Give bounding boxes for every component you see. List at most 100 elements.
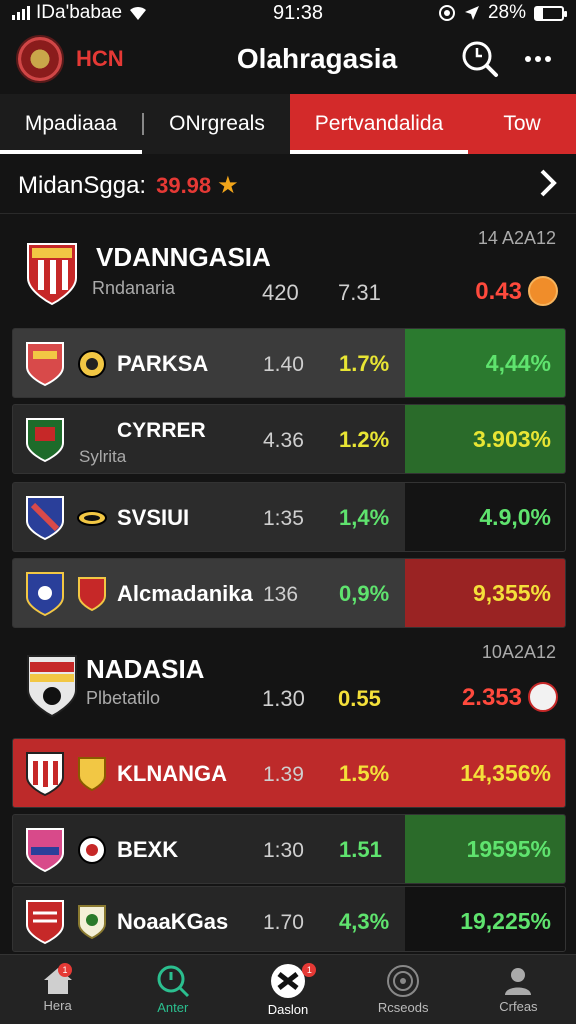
league-group[interactable]: VDANNGASIA Rndanaria 14 A2A12 420 7.31 0… <box>12 220 566 326</box>
team-crest-icon <box>27 655 77 718</box>
filter-row[interactable]: MidanSgga: 39.98 ★ <box>0 158 576 214</box>
away-crest-icon <box>78 757 106 792</box>
tab-3[interactable]: Tow <box>468 94 576 154</box>
home-crest-icon <box>26 496 64 541</box>
row-value-2: 4,3% <box>339 909 390 934</box>
nav-label: Rcseods <box>377 1000 429 1015</box>
row-value-1: 4.36 <box>263 429 304 452</box>
team-name: CYRRER <box>117 419 206 442</box>
home-crest-icon <box>26 900 64 945</box>
match-row[interactable]: CYRRER Sylrita 4.36 1.2% 3.903% <box>12 404 566 474</box>
tab-1[interactable]: ONrgreals <box>144 94 290 154</box>
match-row[interactable]: BEXK 1:30 1.51 19595% <box>12 814 566 884</box>
match-row[interactable]: NoaaKGas 1.70 4,3% 19,225% <box>12 886 566 952</box>
home-crest-icon <box>26 572 64 617</box>
match-row[interactable]: SVSIUI 1:35 1,4% 4.9,0% <box>12 482 566 552</box>
filter-value: 39.98 <box>156 172 212 198</box>
match-row[interactable]: Alcmadanika 136 0,9% 9,355% <box>12 558 566 628</box>
away-crest-icon <box>78 577 106 612</box>
home-crest-icon <box>26 418 64 463</box>
target-icon <box>387 965 420 997</box>
league-subtitle: Rndanaria <box>92 278 176 298</box>
nav-item-records[interactable]: Rcseods <box>346 955 461 1024</box>
nav-label: Hera <box>43 998 72 1013</box>
team-name: PARKSA <box>117 351 209 376</box>
row-value-1: 1.70 <box>263 911 304 934</box>
carrier-name: IDa'babae <box>36 2 123 23</box>
nav-item-home[interactable]: 1 Hera <box>0 955 115 1024</box>
battery-icon <box>534 5 567 21</box>
search-button[interactable] <box>458 37 502 81</box>
match-row[interactable]: KLNANGA 1.39 1.5% 14,356% <box>12 738 566 808</box>
team-name: SVSIUI <box>117 505 190 530</box>
row-value-3: 4.9,0% <box>479 504 551 530</box>
row-value-1: 1.40 <box>263 353 304 376</box>
away-crest-icon <box>78 350 106 378</box>
tab-2[interactable]: Pertvandalida <box>290 94 468 154</box>
row-value-3: 4,44% <box>485 350 551 376</box>
row-value-3: 9,355% <box>472 580 551 606</box>
league-value-1: 1.30 <box>262 686 305 711</box>
row-value-2: 1,4% <box>339 505 390 530</box>
row-value-1: 1:30 <box>263 839 304 862</box>
league-subtitle: Plbetatilo <box>86 688 161 708</box>
star-icon: ★ <box>217 172 239 199</box>
league-name: NADASIA <box>86 654 205 684</box>
chevron-right-icon[interactable] <box>538 168 558 203</box>
filter-label: MidanSgga: <box>18 171 147 199</box>
row-value-3: 3.903% <box>472 426 551 452</box>
league-date: 14 A2A12 <box>477 228 556 248</box>
nav-item-anter[interactable]: Anter <box>115 955 230 1024</box>
badge-icon <box>528 276 558 306</box>
status-time: 91:38 <box>272 1 324 24</box>
status-bar: IDa'babae 91:38 28% <box>0 0 576 26</box>
team-name: BEXK <box>117 837 179 862</box>
match-row[interactable]: PARKSA 1.40 1.7% 4,44% <box>12 328 566 398</box>
away-crest-icon <box>77 510 107 526</box>
notification-badge: 1 <box>302 963 317 977</box>
row-value-1: 1.39 <box>263 763 304 786</box>
alarm-icon <box>438 5 455 21</box>
signal-icon <box>12 6 30 20</box>
league-group[interactable]: NADASIA Plbetatilo 10A2A12 1.30 0.55 2.3… <box>12 634 566 734</box>
league-name: VDANNGASIA <box>96 242 271 272</box>
more-button[interactable] <box>516 37 560 81</box>
row-value-3: 14,356% <box>460 760 551 786</box>
page-title: Olahragasia <box>236 43 398 74</box>
league-value-2: 0.55 <box>338 686 381 711</box>
row-value-2: 0,9% <box>339 581 390 606</box>
notification-badge: 1 <box>58 963 72 977</box>
ball-icon <box>271 964 305 998</box>
row-value-3: 19,225% <box>460 908 551 934</box>
nav-label: Anter <box>157 1000 189 1015</box>
clock-icon <box>157 965 189 998</box>
wifi-icon <box>130 6 147 20</box>
row-value-1: 136 <box>263 583 299 606</box>
user-icon <box>505 968 532 995</box>
brand-label: HCN <box>76 46 124 71</box>
battery-percent: 28% <box>487 2 526 23</box>
away-crest-icon <box>78 905 106 940</box>
row-value-2: 1.2% <box>339 427 390 452</box>
league-date: 10A2A12 <box>481 642 556 662</box>
team-subtitle: Sylrita <box>79 447 127 466</box>
team-name: KLNANGA <box>117 761 227 786</box>
home-crest-icon <box>26 828 64 873</box>
team-crest-icon <box>27 243 77 306</box>
home-crest-icon <box>26 752 64 797</box>
league-value-1: 420 <box>262 280 299 305</box>
nav-label: Crfeas <box>499 999 538 1014</box>
more-icon <box>525 56 551 62</box>
nav-item-profile[interactable]: Crfeas <box>461 955 576 1024</box>
club-logo[interactable] <box>16 35 64 83</box>
location-icon <box>464 6 479 20</box>
app-header: HCN Olahragasia <box>0 26 576 92</box>
nav-item-daslon[interactable]: 1 Daslon <box>230 955 345 1024</box>
home-crest-icon <box>26 342 64 387</box>
tab-0[interactable]: Mpadiaaa <box>0 94 142 154</box>
badge-icon <box>528 682 558 712</box>
row-value-2: 1.51 <box>339 837 382 862</box>
away-crest-icon <box>78 836 106 864</box>
tab-strip: Mpadiaaa ONrgreals Pertvandalida Tow <box>0 94 576 154</box>
league-value-3: 2.353 <box>461 684 522 711</box>
